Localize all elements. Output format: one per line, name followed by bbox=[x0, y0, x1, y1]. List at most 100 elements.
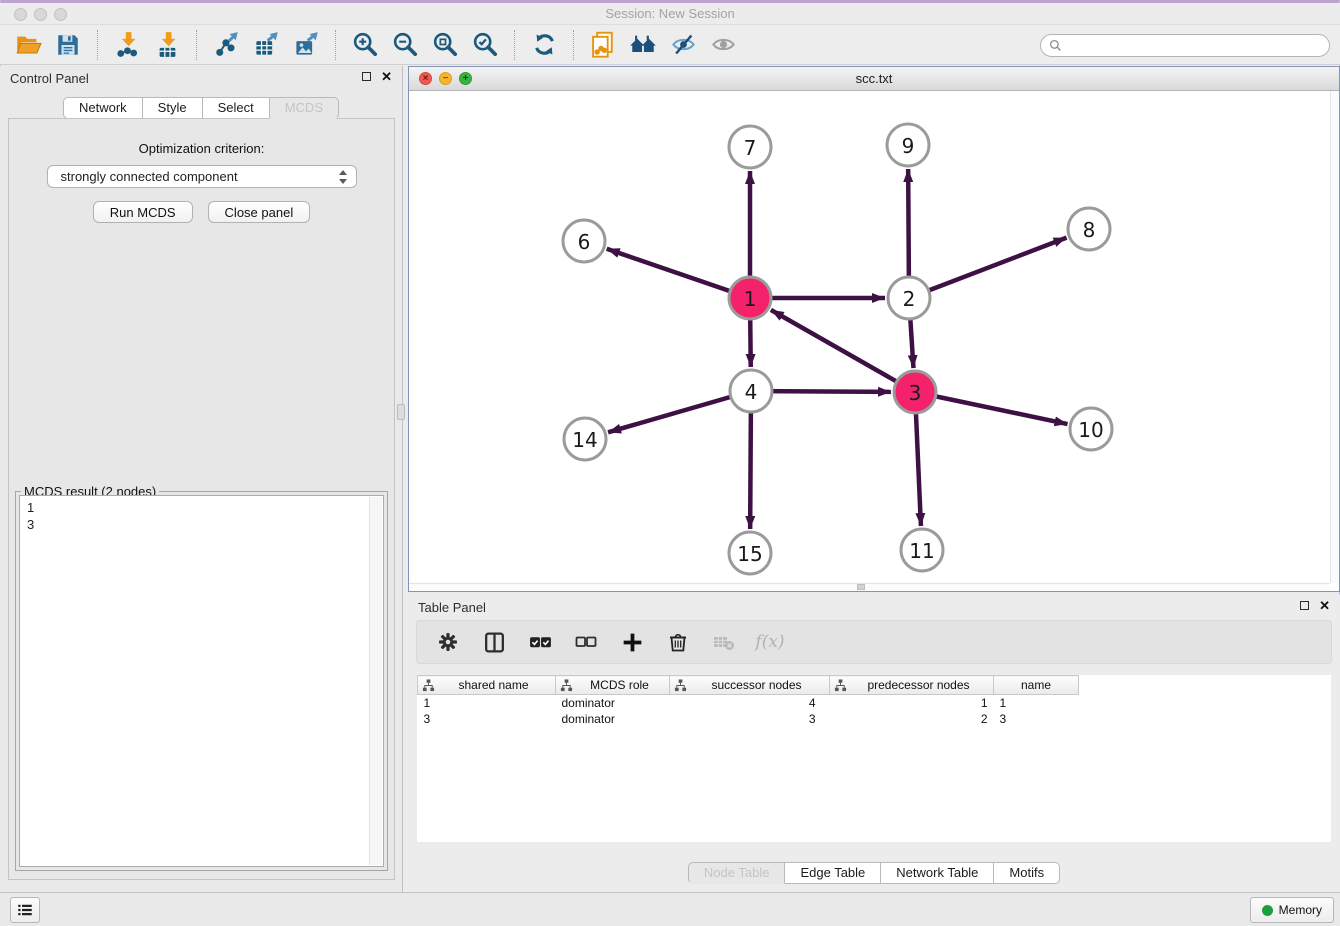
network-window-titlebar[interactable]: × − + scc.txt bbox=[409, 67, 1339, 91]
graph-node-label-4: 4 bbox=[745, 380, 758, 404]
cell-successor-nodes[interactable]: 3 bbox=[670, 711, 830, 727]
tab-network-table[interactable]: Network Table bbox=[880, 862, 994, 884]
mcds-result-list[interactable]: 1 3 bbox=[19, 495, 384, 867]
tab-select[interactable]: Select bbox=[202, 97, 270, 119]
criterion-select[interactable]: strongly connected component bbox=[47, 165, 357, 188]
function-icon: f(x) bbox=[755, 632, 784, 652]
memory-label: Memory bbox=[1279, 903, 1322, 917]
cell-name[interactable]: 3 bbox=[994, 711, 1079, 727]
export-network-button[interactable] bbox=[209, 28, 243, 62]
column-header-name[interactable]: name bbox=[994, 676, 1079, 695]
network-horizontal-scrollbar[interactable] bbox=[409, 583, 1330, 591]
first-neighbors-button[interactable] bbox=[626, 28, 660, 62]
tab-motifs[interactable]: Motifs bbox=[993, 862, 1060, 884]
cell-predecessor-nodes[interactable]: 2 bbox=[830, 711, 994, 727]
toggle-columns-button[interactable] bbox=[481, 629, 507, 655]
deselect-all-rows-button[interactable] bbox=[573, 629, 599, 655]
panel-splitter-handle[interactable] bbox=[397, 404, 405, 420]
column-header-successor-nodes[interactable]: successor nodes bbox=[670, 676, 830, 695]
close-panel-button[interactable]: Close panel bbox=[208, 201, 311, 223]
graph-node-label-14: 14 bbox=[572, 428, 597, 452]
graph-edge-1-6[interactable] bbox=[607, 249, 750, 298]
zoom-selected-button[interactable] bbox=[468, 28, 502, 62]
export-table-button[interactable] bbox=[249, 28, 283, 62]
clone-network-button[interactable] bbox=[586, 28, 620, 62]
mcds-result-item[interactable]: 3 bbox=[27, 516, 376, 533]
cell-successor-nodes[interactable]: 4 bbox=[670, 695, 830, 711]
cell-shared-name[interactable]: 3 bbox=[418, 711, 556, 727]
float-panel-icon[interactable] bbox=[362, 72, 371, 81]
table-tabs: Node Table Edge Table Network Table Moti… bbox=[408, 862, 1340, 884]
graph-edge-3-10[interactable] bbox=[915, 392, 1068, 424]
save-session-button[interactable] bbox=[51, 28, 85, 62]
table-panel-title: Table Panel bbox=[418, 600, 486, 615]
graph-node-label-9: 9 bbox=[902, 134, 915, 158]
network-resize-handle[interactable] bbox=[857, 584, 865, 590]
zoom-out-button[interactable] bbox=[388, 28, 422, 62]
tab-edge-table[interactable]: Edge Table bbox=[784, 862, 881, 884]
open-folder-icon bbox=[15, 31, 42, 58]
search-input[interactable] bbox=[1067, 37, 1329, 55]
search-icon bbox=[1049, 39, 1062, 52]
zoom-fit-button[interactable] bbox=[428, 28, 462, 62]
close-panel-icon[interactable]: ✕ bbox=[381, 71, 392, 82]
control-panel: Control Panel ✕ Network Style Select MCD… bbox=[0, 66, 403, 892]
houses-icon bbox=[629, 31, 657, 59]
cell-mcds-role[interactable]: dominator bbox=[556, 695, 670, 711]
zoom-fit-icon bbox=[432, 31, 459, 58]
graph-node-label-7: 7 bbox=[744, 136, 757, 160]
task-history-button[interactable] bbox=[10, 897, 40, 923]
refresh-view-button[interactable] bbox=[527, 28, 561, 62]
mcds-result-item[interactable]: 1 bbox=[27, 499, 376, 516]
run-mcds-button[interactable]: Run MCDS bbox=[93, 201, 193, 223]
import-table-button[interactable] bbox=[150, 28, 184, 62]
cell-predecessor-nodes[interactable]: 1 bbox=[830, 695, 994, 711]
column-label: name bbox=[1021, 678, 1051, 692]
table-row[interactable]: 3 dominator 3 2 3 bbox=[418, 711, 1079, 727]
toolbar-separator bbox=[573, 30, 574, 60]
column-header-shared-name[interactable]: shared name bbox=[418, 676, 556, 695]
close-panel-icon[interactable]: ✕ bbox=[1319, 600, 1330, 611]
tab-style[interactable]: Style bbox=[142, 97, 203, 119]
cell-name[interactable]: 1 bbox=[994, 695, 1079, 711]
show-all-button[interactable] bbox=[706, 28, 740, 62]
export-image-button[interactable] bbox=[289, 28, 323, 62]
column-header-mcds-role[interactable]: MCDS role bbox=[556, 676, 670, 695]
network-vertical-scrollbar[interactable] bbox=[1330, 91, 1339, 583]
import-network-icon bbox=[114, 31, 141, 58]
network-window: × − + scc.txt 1234678910111415 bbox=[408, 66, 1340, 592]
table-row[interactable]: 1 dominator 4 1 1 bbox=[418, 695, 1079, 711]
toolbar-separator bbox=[196, 30, 197, 60]
column-header-predecessor-nodes[interactable]: predecessor nodes bbox=[830, 676, 994, 695]
mcds-panel: Optimization criterion: strongly connect… bbox=[8, 118, 395, 880]
zoom-in-button[interactable] bbox=[348, 28, 382, 62]
add-column-button[interactable] bbox=[619, 629, 645, 655]
memory-button[interactable]: Memory bbox=[1250, 897, 1334, 923]
network-canvas[interactable]: 1234678910111415 bbox=[409, 91, 1331, 585]
graph-edge-2-8[interactable] bbox=[909, 238, 1067, 298]
select-chevrons-icon bbox=[338, 169, 348, 185]
tab-node-table[interactable]: Node Table bbox=[688, 862, 786, 884]
select-all-icon bbox=[528, 630, 553, 655]
result-scrollbar[interactable] bbox=[369, 497, 382, 865]
cell-shared-name[interactable]: 1 bbox=[418, 695, 556, 711]
memory-status-icon bbox=[1262, 905, 1273, 916]
cell-mcds-role[interactable]: dominator bbox=[556, 711, 670, 727]
tab-network[interactable]: Network bbox=[63, 97, 143, 119]
table-settings-button[interactable] bbox=[435, 629, 461, 655]
graph-node-label-6: 6 bbox=[578, 230, 591, 254]
export-network-icon bbox=[213, 31, 240, 58]
apply-function-button: f(x) bbox=[757, 629, 783, 655]
tab-mcds[interactable]: MCDS bbox=[269, 97, 339, 119]
hide-selected-button[interactable] bbox=[666, 28, 700, 62]
graph-edge-3-1[interactable] bbox=[771, 310, 915, 392]
import-network-button[interactable] bbox=[110, 28, 144, 62]
delete-columns-button[interactable] bbox=[665, 629, 691, 655]
float-panel-icon[interactable] bbox=[1300, 601, 1309, 610]
column-header-icon bbox=[422, 679, 435, 692]
open-session-button[interactable] bbox=[11, 28, 45, 62]
select-all-rows-button[interactable] bbox=[527, 629, 553, 655]
toolbar-separator bbox=[335, 30, 336, 60]
deselect-all-icon bbox=[574, 630, 598, 654]
column-label: successor nodes bbox=[711, 678, 801, 692]
